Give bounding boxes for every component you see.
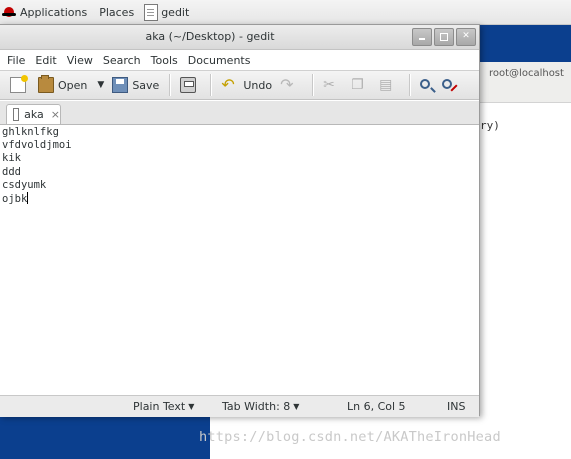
undo-button[interactable]: ↶ Undo [217,73,276,97]
gedit-app-icon [144,3,159,21]
close-button[interactable]: ✕ [456,28,476,46]
editor-line: ddd [2,165,21,178]
terminal-title: root@localhost [489,68,564,79]
text-cursor [27,192,29,205]
terminal-window[interactable]: root@localhost ry) [480,62,571,416]
paste-glyph: ▤ [379,77,393,93]
new-document-icon [10,75,28,93]
maximize-button[interactable] [434,28,454,46]
undo-icon: ↶ [221,77,239,93]
save-label: Save [132,78,160,92]
cut-icon: ✂ [323,77,339,93]
statusbar: Plain Text ▼ Tab Width: 8 ▼ Ln 6, Col 5 … [0,395,479,417]
language-label: Plain Text [133,400,186,413]
redo-icon: ↷ [280,77,298,93]
minimize-button[interactable] [412,28,432,46]
undo-glyph: ↶ [221,75,235,94]
toolbar: Open ▼ Save ↶ Undo ↷ ✂ ❐ ▤ [0,70,479,100]
toolbar-separator [409,74,411,96]
find-button[interactable] [416,73,438,97]
language-dropdown-icon: ▼ [188,402,195,411]
save-icon [112,77,129,93]
tab-label: aka [24,108,44,121]
open-button[interactable]: Open ▼ [34,73,108,97]
text-editor[interactable]: ghlknlfkg vfdvoldjmoi kik ddd csdyumk oj… [0,125,479,393]
document-tabs: aka × [0,101,479,125]
tab-width-label: Tab Width: 8 [222,400,291,413]
toolbar-separator [312,74,314,96]
document-icon [13,108,20,121]
toolbar-separator [210,74,212,96]
undo-label: Undo [243,78,273,92]
insert-mode-label: INS [447,400,466,413]
tab-width-selector[interactable]: Tab Width: 8 ▼ [222,400,299,413]
save-button[interactable]: Save [108,73,163,97]
cut-button[interactable]: ✂ [319,73,347,97]
menu-file[interactable]: File [2,54,30,67]
applications-menu[interactable]: Applications [0,0,93,24]
tab-width-dropdown-icon: ▼ [293,402,300,411]
language-selector[interactable]: Plain Text ▼ [133,400,194,413]
maximize-icon [440,33,448,41]
redo-glyph: ↷ [280,75,294,94]
editor-line: kik [2,152,21,165]
watermark: https://blog.csdn.net/AKATheIronHead [199,429,501,445]
insert-mode: INS [447,400,465,413]
desktop-background [476,24,571,62]
taskbar-gedit-label: gedit [161,5,190,19]
copy-icon: ❐ [351,77,367,93]
print-button[interactable] [176,73,204,97]
paste-button[interactable]: ▤ [375,73,403,97]
window-title: aka (~/Desktop) - gedit [145,30,275,43]
terminal-output: ry) [480,119,500,132]
current-line-text: ojbk [2,193,28,206]
cursor-position-label: Ln 6, Col 5 [347,400,406,413]
places-menu[interactable]: Places [93,0,140,24]
find-replace-button[interactable] [438,73,460,97]
window-controls: ✕ [412,28,476,46]
open-dropdown-icon[interactable]: ▼ [97,80,104,90]
copy-glyph: ❐ [351,77,364,93]
redhat-icon [2,7,16,17]
minimize-icon [419,38,425,40]
window-titlebar[interactable]: aka (~/Desktop) - gedit ✕ [0,25,479,50]
places-label: Places [99,5,135,19]
find-icon [420,79,431,89]
gedit-window: aka (~/Desktop) - gedit ✕ File Edit View… [0,24,481,417]
top-panel: Applications Places gedit [0,0,571,25]
tab-aka[interactable]: aka × [6,104,61,124]
menu-tools[interactable]: Tools [146,54,183,67]
editor-line: ghlknlfkg [2,126,59,138]
copy-button[interactable]: ❐ [347,73,375,97]
redo-button[interactable]: ↷ [276,73,306,97]
editor-line: vfdvoldjmoi [2,139,72,152]
editor-line: csdyumk [2,178,47,191]
tab-close-icon[interactable]: × [51,108,60,121]
editor-line-current: ojbk [2,192,479,206]
terminal-header: root@localhost [480,62,571,103]
menu-edit[interactable]: Edit [30,54,61,67]
print-icon [180,77,197,93]
menu-search[interactable]: Search [98,54,146,67]
open-folder-icon [38,75,54,93]
paste-icon: ▤ [379,77,395,93]
taskbar-gedit[interactable]: gedit [140,0,193,24]
desktop-background-bottom [0,416,210,459]
applications-label: Applications [20,5,88,19]
find-replace-icon [442,79,453,89]
new-button[interactable] [6,73,34,97]
menu-documents[interactable]: Documents [183,54,256,67]
open-label: Open [58,78,88,92]
cursor-position: Ln 6, Col 5 [347,400,406,413]
cut-glyph: ✂ [323,77,335,93]
menubar: File Edit View Search Tools Documents [0,50,481,70]
menu-view[interactable]: View [62,54,98,67]
toolbar-separator [169,74,171,96]
close-icon: ✕ [462,31,470,41]
